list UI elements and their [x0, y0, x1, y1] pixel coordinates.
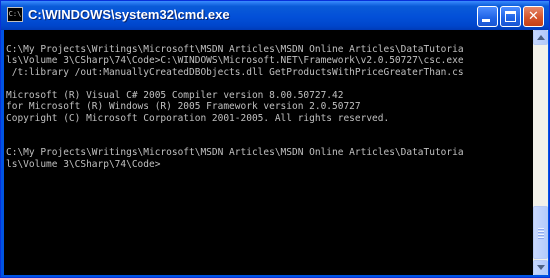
grip-line: [538, 228, 544, 229]
grip-line: [538, 234, 544, 235]
console-line: /t:library /out:ManuallyCreatedDBObjects…: [6, 66, 464, 78]
arrow-down-icon: [537, 265, 545, 270]
close-icon: ✕: [528, 9, 539, 24]
console-app-icon[interactable]: C:\: [7, 7, 23, 22]
close-button[interactable]: ✕: [523, 6, 544, 27]
vertical-scrollbar[interactable]: [533, 30, 548, 275]
console-output-area[interactable]: C:\My Projects\Writings\Microsoft\MSDN A…: [4, 30, 533, 275]
cmd-window: C:\ C:\WINDOWS\system32\cmd.exe ✕ C:\My …: [0, 0, 550, 278]
arrow-up-icon: [537, 35, 545, 40]
minimize-icon: [482, 19, 490, 22]
console-text: C:\My Projects\Writings\Microsoft\MSDN A…: [6, 32, 464, 170]
maximize-button[interactable]: [500, 6, 521, 27]
scroll-up-button[interactable]: [533, 30, 548, 45]
console-line: C:\My Projects\Writings\Microsoft\MSDN A…: [6, 43, 464, 55]
maximize-icon: [505, 11, 516, 22]
title-bar[interactable]: C:\ C:\WINDOWS\system32\cmd.exe ✕: [1, 1, 549, 30]
console-line: C:\My Projects\Writings\Microsoft\MSDN A…: [6, 147, 464, 158]
minimize-button[interactable]: [477, 6, 498, 27]
scrollbar-thumb[interactable]: [533, 206, 548, 259]
scroll-down-button[interactable]: [533, 260, 548, 275]
console-line: Copyright (C) Microsoft Corporation 2001…: [6, 112, 390, 124]
console-line: ls\Volume 3\CSharp\74\Code>: [6, 158, 161, 170]
window-title: C:\WINDOWS\system32\cmd.exe: [28, 7, 230, 22]
console-line: Microsoft (R) Visual C# 2005 Compiler ve…: [6, 89, 344, 101]
grip-line: [538, 237, 544, 238]
console-line: for Microsoft (R) Windows (R) 2005 Frame…: [6, 101, 361, 112]
grip-line: [538, 231, 544, 232]
console-line: ls\Volume 3\CSharp\74\Code>C:\WINDOWS\Mi…: [6, 55, 464, 66]
